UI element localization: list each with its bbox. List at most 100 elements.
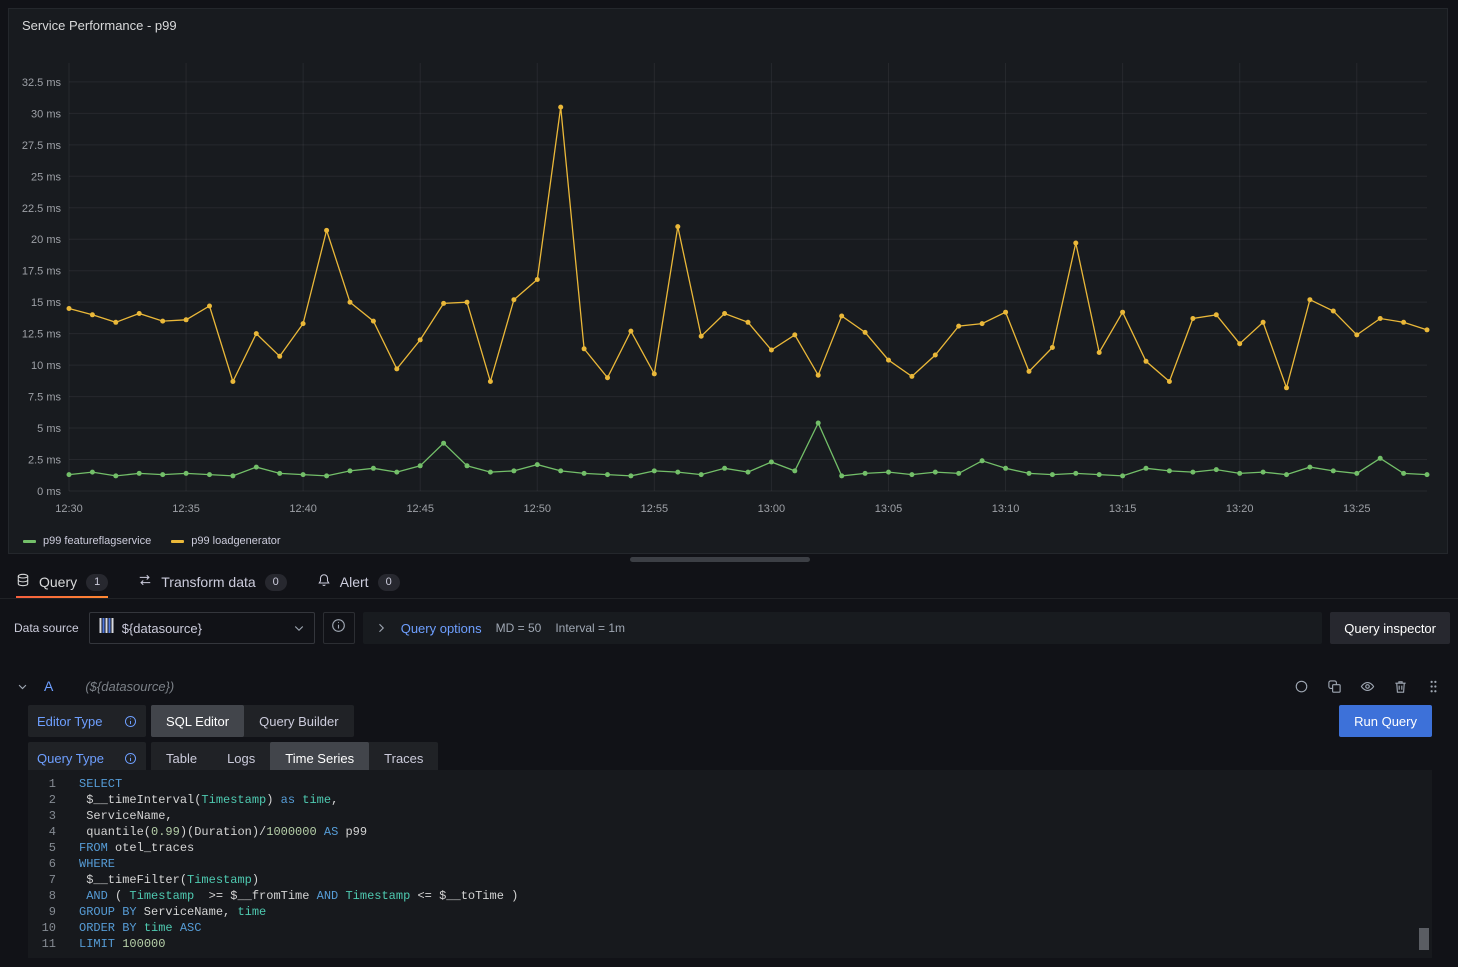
editor-type-segmented: SQL Editor Query Builder <box>151 705 354 737</box>
sql-line: 4 quantile(0.99)(Duration)/1000000 AS p9… <box>28 824 1432 840</box>
query-options-md: MD = 50 <box>496 621 542 635</box>
timeseries-chart[interactable]: 0 ms2.5 ms5 ms7.5 ms10 ms12.5 ms15 ms17.… <box>13 39 1443 521</box>
query-row-a: A (${datasource}) <box>8 671 1450 701</box>
tab-query-badge: 1 <box>86 574 108 591</box>
query-editor-controls: Editor Type SQL Editor Query Builder Que… <box>28 705 1432 775</box>
tab-alert-label: Alert <box>340 574 369 590</box>
svg-text:17.5 ms: 17.5 ms <box>22 266 62 278</box>
editor-type-row: Editor Type SQL Editor Query Builder <box>28 705 1432 737</box>
svg-text:12:35: 12:35 <box>172 503 200 515</box>
query-inspector-button[interactable]: Query inspector <box>1330 612 1450 644</box>
copy-icon[interactable] <box>1327 679 1342 694</box>
query-type-label: Query Type <box>37 751 104 766</box>
horizontal-scrollbar-thumb[interactable] <box>630 557 810 562</box>
tab-transform-data[interactable]: Transform data 0 <box>138 566 287 598</box>
datasource-label: Data source <box>14 621 79 635</box>
tab-alert[interactable]: Alert 0 <box>317 566 400 598</box>
database-icon <box>16 573 30 592</box>
svg-text:13:25: 13:25 <box>1343 503 1371 515</box>
chevron-down-icon[interactable] <box>17 681 28 692</box>
chart-legend: p99 featureflagservice p99 loadgenerator <box>23 535 281 547</box>
svg-text:12:45: 12:45 <box>406 503 434 515</box>
svg-text:12:50: 12:50 <box>524 503 552 515</box>
tab-transform-badge: 0 <box>265 574 287 591</box>
svg-text:2.5 ms: 2.5 ms <box>28 455 62 467</box>
svg-text:22.5 ms: 22.5 ms <box>22 203 62 215</box>
info-circle-icon[interactable] <box>124 752 137 765</box>
editor-type-label: Editor Type <box>37 714 103 729</box>
line-number: 5 <box>28 840 56 856</box>
sql-editor[interactable]: 1SELECT2 $__timeInterval(Timestamp) as t… <box>28 770 1432 958</box>
sql-line: 7 $__timeFilter(Timestamp) <box>28 872 1432 888</box>
info-circle-icon <box>331 618 346 638</box>
editor-scrollbar-thumb[interactable] <box>1419 928 1429 950</box>
grip-icon[interactable] <box>1426 679 1441 694</box>
legend-item[interactable]: p99 featureflagservice <box>23 535 151 547</box>
line-number: 9 <box>28 904 56 920</box>
line-number: 11 <box>28 936 56 952</box>
datasource-logo-icon <box>99 618 114 638</box>
sql-line: 5FROM otel_traces <box>28 840 1432 856</box>
svg-text:32.5 ms: 32.5 ms <box>22 77 62 89</box>
svg-text:20 ms: 20 ms <box>31 234 61 246</box>
legend-label: p99 loadgenerator <box>191 535 280 547</box>
svg-text:0 ms: 0 ms <box>37 486 61 498</box>
svg-text:7.5 ms: 7.5 ms <box>28 392 62 404</box>
line-number: 2 <box>28 792 56 808</box>
line-number: 6 <box>28 856 56 872</box>
tab-transform-label: Transform data <box>161 574 255 590</box>
svg-text:13:05: 13:05 <box>875 503 903 515</box>
bell-icon <box>317 573 331 592</box>
svg-text:12:55: 12:55 <box>641 503 669 515</box>
datasource-info-button[interactable] <box>323 612 355 644</box>
line-number: 3 <box>28 808 56 824</box>
sql-line: 9GROUP BY ServiceName, time <box>28 904 1432 920</box>
circle-icon[interactable] <box>1294 679 1309 694</box>
line-number: 4 <box>28 824 56 840</box>
svg-text:13:10: 13:10 <box>992 503 1020 515</box>
svg-text:12.5 ms: 12.5 ms <box>22 329 62 341</box>
query-datasource-hint: (${datasource}) <box>85 679 174 694</box>
sql-line: 11LIMIT 100000 <box>28 936 1432 952</box>
datasource-picker-value: ${datasource} <box>122 621 202 636</box>
query-options-link[interactable]: Query options <box>401 621 482 636</box>
legend-label: p99 featureflagservice <box>43 535 151 547</box>
legend-swatch <box>23 540 36 543</box>
datasource-bar: Data source ${datasource} Query options <box>8 612 1450 644</box>
chevron-down-icon <box>293 622 305 634</box>
trash-icon[interactable] <box>1393 679 1408 694</box>
panel-title: Service Performance - p99 <box>22 18 177 33</box>
editor-type-label-box: Editor Type <box>28 705 146 737</box>
tab-query-label: Query <box>39 574 77 590</box>
sql-line: 2 $__timeInterval(Timestamp) as time, <box>28 792 1432 808</box>
query-ref-id[interactable]: A <box>44 678 53 694</box>
query-row-actions <box>1294 679 1441 694</box>
editor-type-query-builder[interactable]: Query Builder <box>244 705 353 737</box>
editor-tabs: Query 1 Transform data 0 Alert 0 <box>0 566 1458 599</box>
svg-text:12:30: 12:30 <box>55 503 83 515</box>
editor-type-sql-editor[interactable]: SQL Editor <box>151 705 244 737</box>
run-query-button[interactable]: Run Query <box>1339 705 1432 737</box>
sql-line: 8 AND ( Timestamp >= $__fromTime AND Tim… <box>28 888 1432 904</box>
chevron-right-icon[interactable] <box>375 622 387 634</box>
legend-item[interactable]: p99 loadgenerator <box>171 535 280 547</box>
sql-line: 3 ServiceName, <box>28 808 1432 824</box>
tab-alert-badge: 0 <box>378 574 400 591</box>
svg-text:5 ms: 5 ms <box>37 423 61 435</box>
query-options-bar: Query options MD = 50 Interval = 1m <box>363 612 1323 644</box>
svg-text:13:00: 13:00 <box>758 503 786 515</box>
timeseries-panel: Service Performance - p99 0 ms 2.5 ms 5 ms… <box>8 8 1448 554</box>
legend-swatch <box>171 540 184 543</box>
datasource-picker[interactable]: ${datasource} <box>89 612 315 644</box>
info-circle-icon[interactable] <box>124 715 137 728</box>
svg-text:30 ms: 30 ms <box>31 108 61 120</box>
svg-text:27.5 ms: 27.5 ms <box>22 140 62 152</box>
line-number: 8 <box>28 888 56 904</box>
svg-text:12:40: 12:40 <box>289 503 317 515</box>
line-number: 1 <box>28 776 56 792</box>
tab-query[interactable]: Query 1 <box>16 566 108 598</box>
svg-text:15 ms: 15 ms <box>31 297 61 309</box>
svg-text:13:20: 13:20 <box>1226 503 1254 515</box>
svg-text:25 ms: 25 ms <box>31 171 61 183</box>
eye-icon[interactable] <box>1360 679 1375 694</box>
